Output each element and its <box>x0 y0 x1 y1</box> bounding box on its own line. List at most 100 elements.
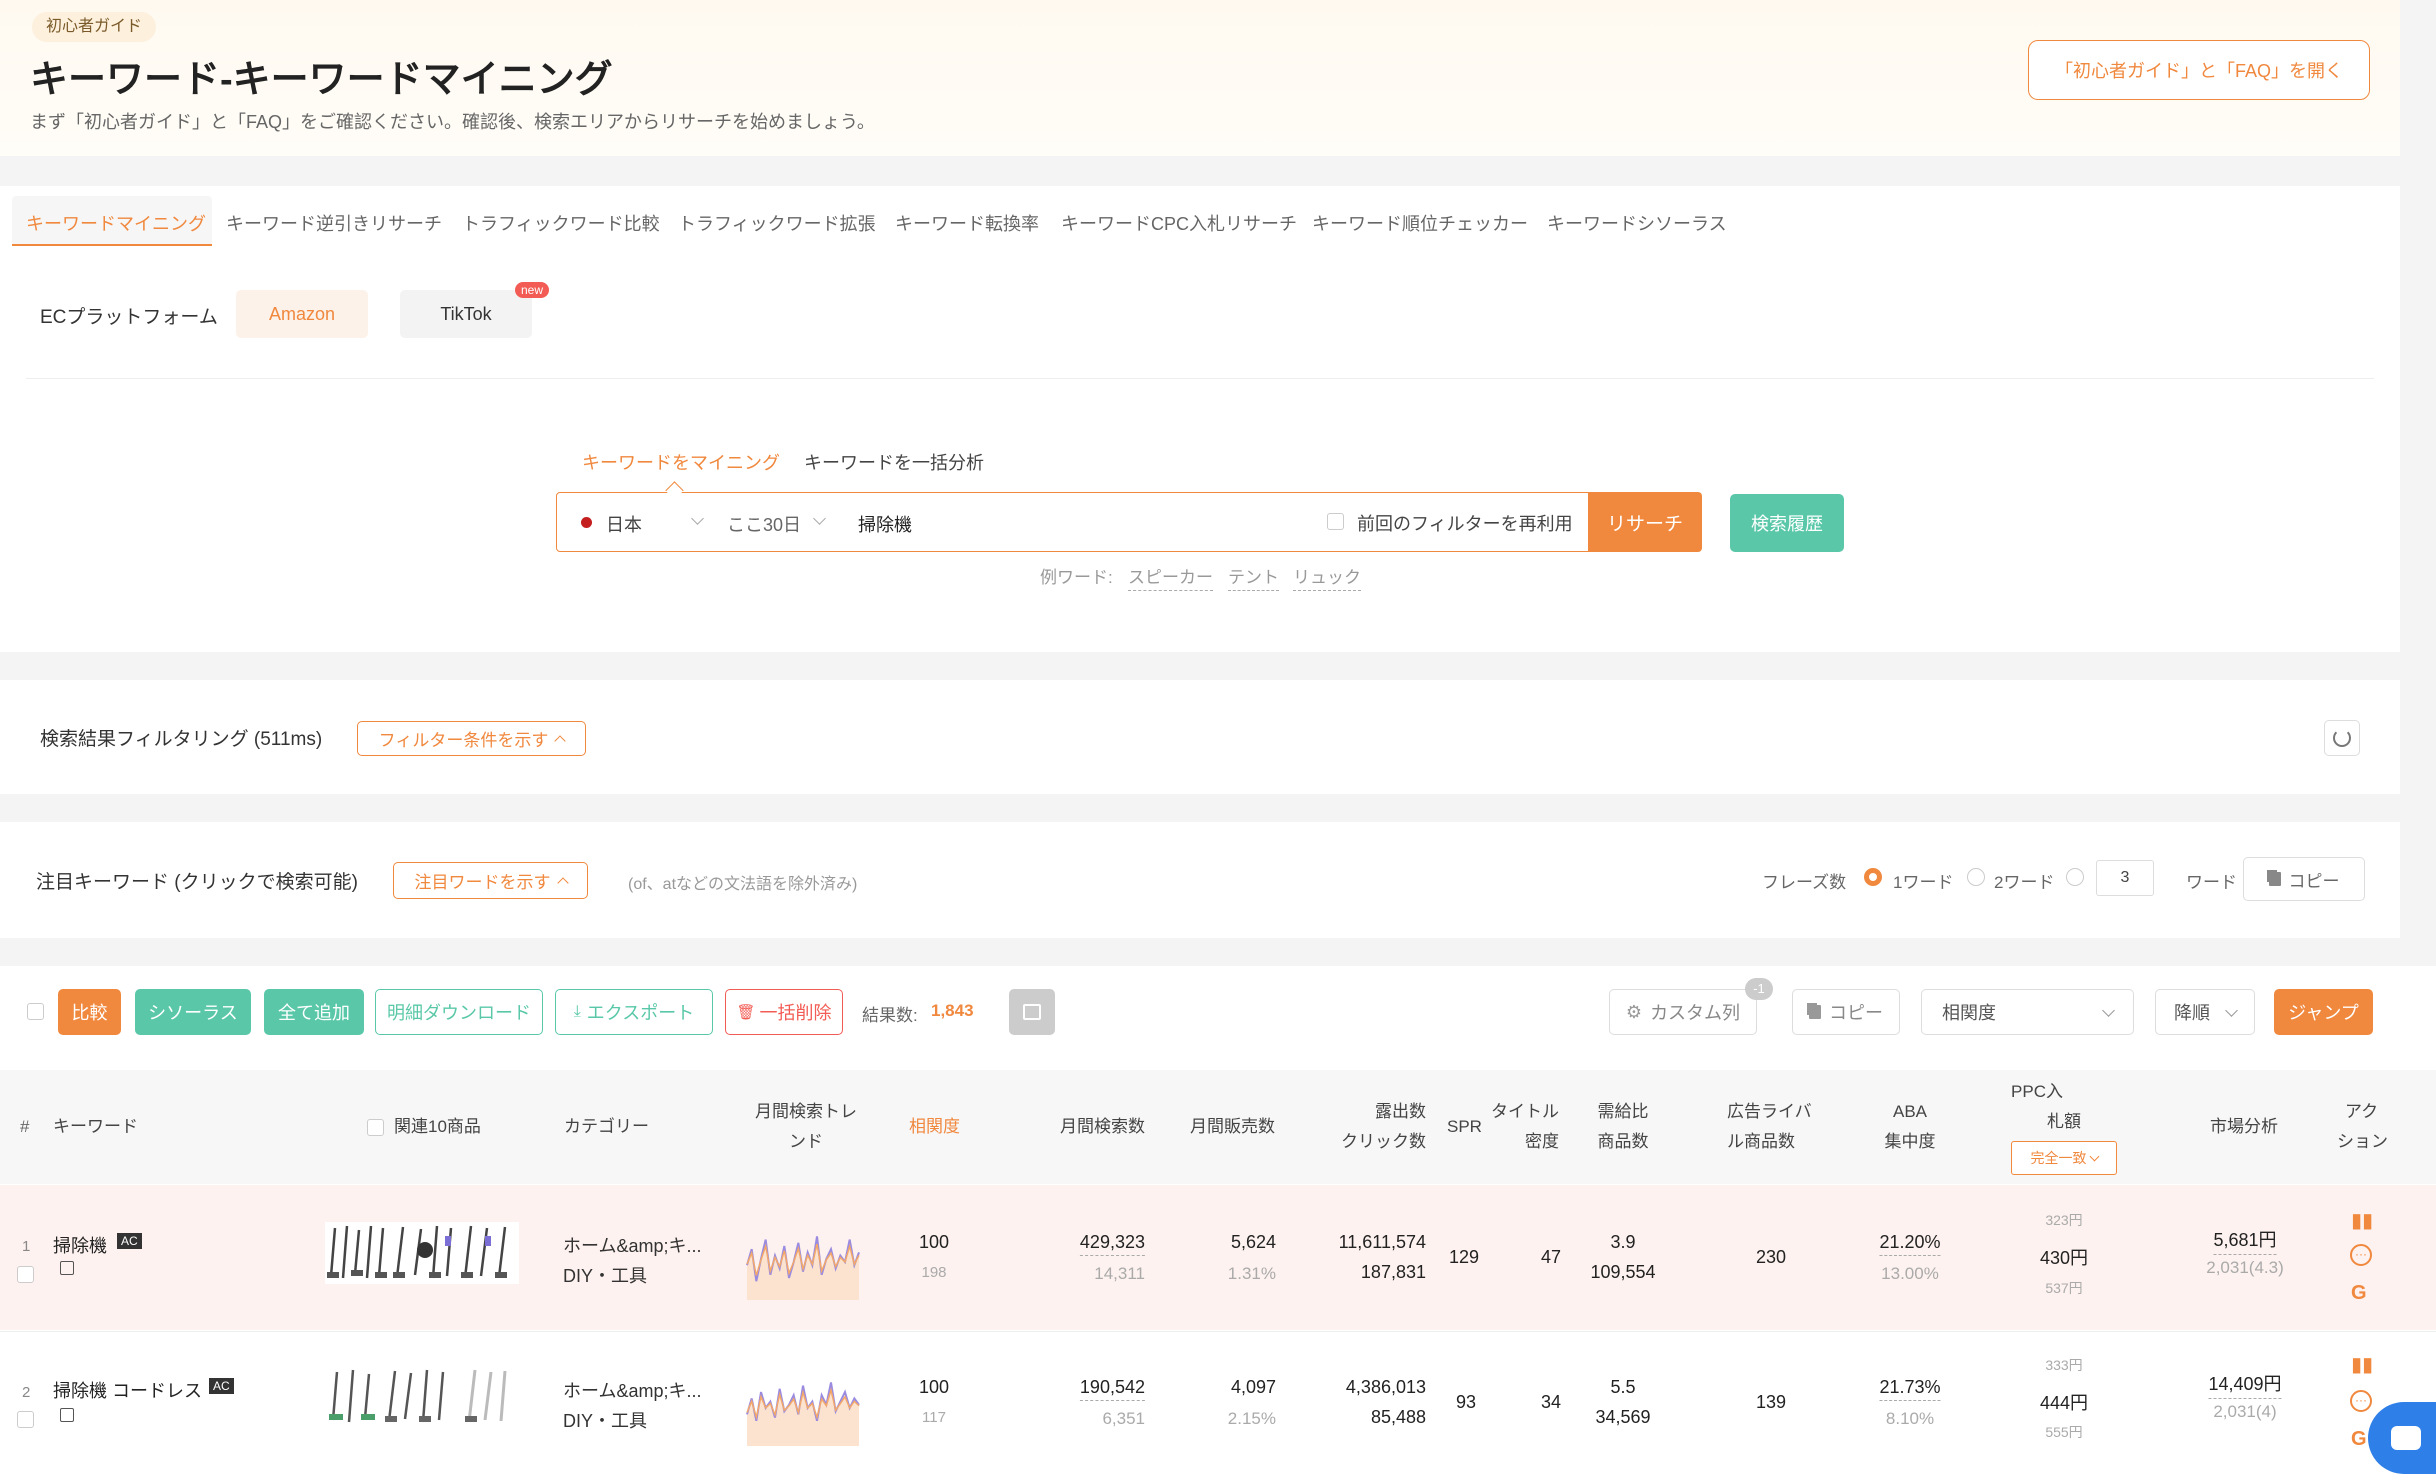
platform-amazon-button[interactable]: Amazon <box>236 290 368 338</box>
related-products-thumbnails[interactable] <box>325 1222 519 1284</box>
phrase-custom-radio[interactable] <box>2066 868 2084 886</box>
monthly-search-value[interactable]: 429,323 <box>1079 1232 1145 1256</box>
period-select[interactable]: ここ30日 <box>727 511 801 537</box>
open-guide-button[interactable]: 「初心者ガイド」と「FAQ」を開く <box>2028 40 2370 100</box>
row-keyword-link[interactable]: 掃除機 コードレス <box>53 1377 202 1403</box>
aba-sub: 13.00% <box>1881 1264 1939 1283</box>
chevron-up-icon <box>554 735 566 747</box>
tab-cpc-bid[interactable]: キーワードCPC入札リサーチ <box>1061 210 1297 236</box>
save-filter-button[interactable] <box>1009 989 1055 1035</box>
aba-value[interactable]: 21.73% <box>1879 1377 1941 1401</box>
category-main[interactable]: ホーム&amp;キ... <box>563 1377 702 1403</box>
trend-sparkline[interactable] <box>746 1370 860 1446</box>
toolbar-copy-button[interactable]: コピー <box>1792 989 1900 1035</box>
impressions-value: 11,611,574 <box>1338 1232 1426 1252</box>
bar-chart-icon[interactable]: ▮▮ <box>2351 1208 2373 1233</box>
ppc-match-value: 完全一致 <box>2030 1150 2087 1166</box>
edit-icon[interactable] <box>60 1261 74 1275</box>
col-ad-rivals: ル商品数 <box>1727 1132 1795 1151</box>
relevance-sub: 198 <box>921 1264 947 1281</box>
ppc-match-select[interactable]: 完全一致 <box>2011 1141 2117 1175</box>
category-main[interactable]: ホーム&amp;キ... <box>563 1232 702 1258</box>
mode-tab-mining[interactable]: キーワードをマイニング <box>582 449 780 475</box>
mode-tab-bulk[interactable]: キーワードを一括分析 <box>804 449 984 475</box>
thesaurus-button[interactable]: シソーラス <box>135 989 251 1035</box>
row-checkbox[interactable] <box>17 1266 34 1283</box>
focus-toggle-button[interactable]: 注目ワードを示す <box>393 862 588 899</box>
col-monthly-search[interactable]: 月間検索数 <box>1060 1112 1145 1142</box>
platform-tiktok-button[interactable]: TikTok <box>400 290 532 338</box>
add-all-button[interactable]: 全て追加 <box>264 989 364 1035</box>
tab-reverse-lookup[interactable]: キーワード逆引きリサーチ <box>226 210 442 236</box>
jump-button[interactable]: ジャンプ <box>2274 989 2373 1035</box>
detail-download-button[interactable]: 明細ダウンロード <box>375 989 543 1035</box>
monthly-sales-sub: 2.15% <box>1227 1409 1276 1428</box>
google-icon[interactable]: G <box>2351 1428 2367 1451</box>
toolbar-copy-label: コピー <box>1829 1003 1883 1023</box>
example-link[interactable]: リュック <box>1293 563 1361 591</box>
chat-support-button[interactable] <box>2368 1402 2436 1474</box>
tab-thesaurus[interactable]: キーワードシソーラス <box>1547 210 1727 236</box>
phrase-1-label: 1ワード <box>1893 873 1954 892</box>
select-all-checkbox[interactable] <box>27 1003 44 1020</box>
refresh-button[interactable] <box>2324 720 2360 756</box>
trend-sparkline[interactable] <box>746 1224 860 1300</box>
col-relevance[interactable]: 相関度 <box>909 1112 960 1142</box>
more-icon[interactable]: ··· <box>2350 1390 2372 1412</box>
result-count: 1,843 <box>931 1001 974 1020</box>
col-action: アク <box>2345 1102 2379 1121</box>
row-keyword-link[interactable]: 掃除機 <box>53 1232 107 1258</box>
search-button[interactable]: リサーチ <box>1588 492 1702 552</box>
phrase-1-radio[interactable] <box>1864 868 1882 886</box>
relevance-value: 100 <box>918 1232 950 1252</box>
country-select[interactable]: 日本 <box>606 511 642 537</box>
tab-traffic-expand[interactable]: トラフィックワード拡張 <box>678 210 876 236</box>
reuse-filter-checkbox[interactable] <box>1327 513 1344 530</box>
search-history-button[interactable]: 検索履歴 <box>1730 494 1844 552</box>
supply-ratio-value: 5.5 <box>1610 1377 1636 1397</box>
example-link[interactable]: テント <box>1228 563 1279 591</box>
related-products-thumbnails[interactable] <box>325 1366 519 1428</box>
col-supply-ratio: 需給比 <box>1597 1102 1649 1121</box>
col-supply-ratio: 商品数 <box>1597 1132 1649 1151</box>
custom-columns-button[interactable]: ⚙ カスタム列 <box>1609 989 1757 1035</box>
sort-field-select[interactable]: 相関度 <box>1921 989 2134 1035</box>
country-flag-icon <box>581 517 592 528</box>
reuse-filter-label: 前回のフィルターを再利用 <box>1357 514 1573 534</box>
phrase-2-radio[interactable] <box>1967 868 1985 886</box>
copy-icon <box>2268 872 2281 886</box>
example-link[interactable]: スピーカー <box>1128 563 1213 591</box>
aba-value[interactable]: 21.20% <box>1879 1232 1941 1256</box>
google-icon[interactable]: G <box>2351 1282 2367 1305</box>
market-value[interactable]: 14,409円 <box>2208 1370 2282 1399</box>
copy-icon <box>1809 1005 1821 1019</box>
col-keyword: キーワード <box>53 1117 138 1136</box>
spr-value: 93 <box>1455 1392 1477 1412</box>
export-button[interactable]: ⤓ エクスポート <box>555 989 713 1035</box>
tab-keyword-mining[interactable]: キーワードマイニング <box>26 210 206 236</box>
filter-toggle-button[interactable]: フィルター条件を示す <box>357 721 586 756</box>
phrase-custom-input[interactable]: 3 <box>2096 860 2154 896</box>
sort-order-select[interactable]: 降順 <box>2155 989 2255 1035</box>
tab-rank-checker[interactable]: キーワード順位チェッカー <box>1312 210 1528 236</box>
chevron-down-icon <box>2102 1003 2115 1017</box>
col-monthly-sales[interactable]: 月間販売数 <box>1190 1112 1275 1142</box>
tab-traffic-compare[interactable]: トラフィックワード比較 <box>462 210 660 236</box>
market-value[interactable]: 5,681円 <box>2213 1226 2277 1255</box>
bulk-delete-button[interactable]: 🗑 一括削除 <box>725 989 843 1035</box>
focus-copy-button[interactable]: コピー <box>2243 857 2365 901</box>
bar-chart-icon[interactable]: ▮▮ <box>2351 1352 2373 1377</box>
monthly-search-value[interactable]: 190,542 <box>1079 1377 1145 1401</box>
more-icon[interactable]: ··· <box>2350 1244 2372 1266</box>
search-input[interactable]: 掃除機 <box>858 511 912 537</box>
ad-rivals-value: 230 <box>1755 1247 1787 1267</box>
result-count-label: 結果数: <box>862 1006 918 1025</box>
row-checkbox[interactable] <box>17 1411 34 1428</box>
related-products-checkbox[interactable] <box>367 1119 384 1136</box>
edit-icon[interactable] <box>60 1408 74 1422</box>
tab-conversion-rate[interactable]: キーワード転換率 <box>895 210 1039 236</box>
compare-button[interactable]: 比較 <box>58 989 121 1035</box>
ppc-mid: 444円 <box>2039 1393 2089 1413</box>
col-spr: SPR <box>1447 1117 1482 1136</box>
focus-toggle-label: 注目ワードを示す <box>414 873 551 892</box>
